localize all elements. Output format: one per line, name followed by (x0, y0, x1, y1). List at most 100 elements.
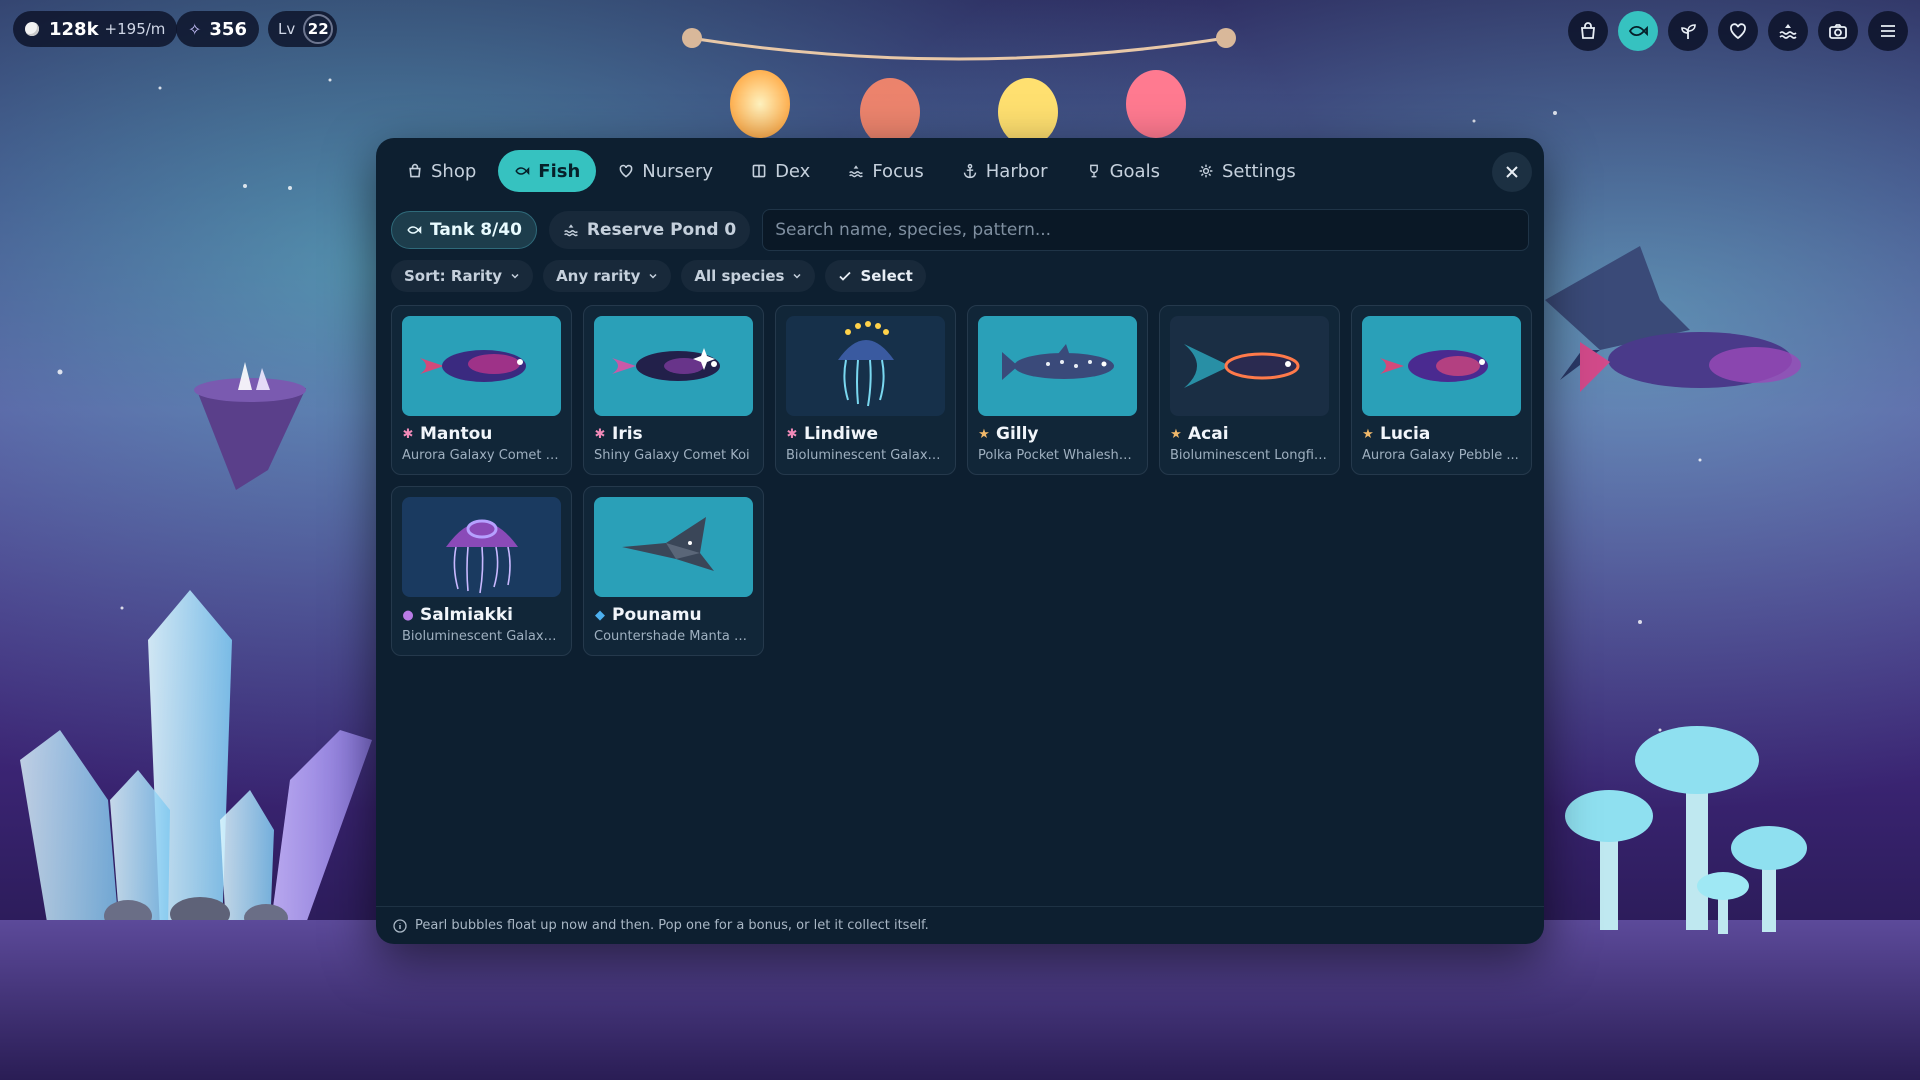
fish-thumbnail (594, 497, 753, 597)
rarity-icon: ★ (978, 426, 990, 442)
tank-toggle[interactable]: Tank 8/40 (391, 211, 537, 249)
species-label: All species (694, 267, 785, 285)
tab-label: Dex (775, 160, 811, 182)
rarity-icon: ✱ (786, 426, 798, 442)
rarity-icon: ◆ (595, 607, 605, 623)
shopping-bag-icon (409, 163, 421, 178)
fish-thumbnail (402, 497, 561, 597)
sort-label: Sort: Rarity (404, 267, 503, 285)
tank-label: Tank 8/40 (430, 220, 522, 240)
book-icon (752, 164, 766, 178)
reserve-label: Reserve Pond 0 (586, 220, 737, 240)
fish-icon (515, 167, 530, 175)
trophy-icon (1089, 164, 1098, 178)
level-badge: 22 (303, 14, 334, 44)
favorites-rail-button[interactable] (1718, 11, 1758, 51)
pebble-fish-image (1362, 316, 1521, 416)
sparkle-icon: ✧ (188, 19, 202, 39)
tab-settings[interactable]: Settings (1182, 150, 1312, 192)
rarity-icon: ✱ (402, 426, 414, 442)
tab-shop[interactable]: Shop (391, 150, 492, 192)
tab-nursery[interactable]: Nursery (602, 150, 729, 192)
fish-species: Aurora Galaxy Pebble ... (1362, 448, 1519, 463)
fish-name: Mantou (420, 424, 493, 444)
tab-label: Goals (1109, 160, 1160, 182)
tab-focus[interactable]: Focus (832, 150, 939, 192)
fish-icon (1628, 25, 1648, 37)
fish-name-row: ✱ Iris (594, 424, 753, 444)
chevron-down-icon (649, 273, 657, 279)
fish-thumbnail (594, 316, 753, 416)
fish-card[interactable]: ★ Acai Bioluminescent Longfin... (1159, 305, 1340, 475)
fish-species: Aurora Galaxy Comet K... (402, 448, 561, 463)
manta-ray-image (594, 497, 753, 597)
tab-label: Shop (431, 160, 477, 182)
fish-grid: ✱ Mantou Aurora Galaxy Comet K... ✱ Iris (391, 305, 1532, 656)
chevron-down-icon (511, 273, 519, 279)
rarity-icon: ★ (1362, 426, 1374, 442)
photo-rail-button[interactable] (1818, 11, 1858, 51)
fish-card[interactable]: ✱ Mantou Aurora Galaxy Comet K... (391, 305, 572, 475)
level-indicator: Lv 22 (268, 11, 338, 47)
fish-card[interactable]: ◆ Pounamu Countershade Manta Ray (583, 486, 764, 656)
fish-card[interactable]: ★ Lucia Aurora Galaxy Pebble ... (1351, 305, 1532, 475)
fish-name: Pounamu (612, 605, 702, 625)
heart-icon (619, 164, 633, 178)
pond-toolbar: Tank 8/40 Reserve Pond 0 (391, 209, 1529, 251)
tab-harbor[interactable]: Harbor (946, 150, 1064, 192)
fish-rail-button[interactable] (1618, 11, 1658, 51)
longfin-image (1170, 316, 1329, 416)
rarity-label: Any rarity (556, 267, 641, 285)
top-icon-rail (1568, 11, 1908, 51)
chevron-down-icon (793, 273, 801, 279)
tab-goals[interactable]: Goals (1070, 150, 1176, 192)
pond-rail-button[interactable] (1768, 11, 1808, 51)
rarity-icon: ✱ (594, 426, 606, 442)
select-label: Select (860, 267, 913, 285)
tab-fish[interactable]: Fish (498, 150, 597, 192)
rarity-icon: ★ (1170, 426, 1182, 442)
anchor-icon (963, 163, 977, 179)
rarity-dropdown[interactable]: Any rarity (543, 260, 672, 292)
sort-dropdown[interactable]: Sort: Rarity (391, 260, 534, 292)
species-dropdown[interactable]: All species (681, 260, 816, 292)
select-button[interactable]: Select (825, 260, 926, 292)
fish-name: Acai (1188, 424, 1229, 444)
fish-name: Lucia (1380, 424, 1431, 444)
fish-name-row: ◆ Pounamu (594, 605, 753, 625)
jellyfish-image (786, 316, 945, 416)
coin-rate: +195/m (104, 20, 166, 38)
tab-label: Nursery (642, 160, 714, 182)
tab-dex[interactable]: Dex (735, 150, 826, 192)
info-icon (393, 918, 407, 933)
fish-species: Bioluminescent Galaxy ... (786, 448, 945, 463)
menu-rail-button[interactable] (1868, 11, 1908, 51)
filter-bar: Sort: Rarity Any rarity All species Sele… (391, 260, 926, 292)
fish-name-row: ✱ Lindiwe (786, 424, 945, 444)
fish-card[interactable]: ✱ Lindiwe Bioluminescent Galaxy ... (775, 305, 956, 475)
fish-card[interactable]: ● Salmiakki Bioluminescent Galaxy ... (391, 486, 572, 656)
fish-name: Gilly (996, 424, 1039, 444)
nursery-rail-button[interactable] (1668, 11, 1708, 51)
heart-icon (1730, 23, 1746, 40)
search-input[interactable] (762, 209, 1529, 251)
fish-card[interactable]: ✱ Iris Shiny Galaxy Comet Koi (583, 305, 764, 475)
sprout-icon (1681, 24, 1696, 39)
rarity-icon: ● (402, 607, 414, 623)
tab-label: Fish (538, 160, 581, 182)
fish-name-row: ● Salmiakki (402, 605, 561, 625)
gear-icon (1199, 164, 1213, 178)
close-icon (1506, 166, 1518, 178)
stardust-value: 356 (209, 18, 247, 40)
fish-thumbnail (1362, 316, 1521, 416)
modal-tabs: Shop Fish Nursery Dex Focus Harbor Goals (391, 150, 1312, 192)
shop-rail-button[interactable] (1568, 11, 1608, 51)
close-button[interactable] (1492, 152, 1532, 192)
fish-name-row: ✱ Mantou (402, 424, 561, 444)
fish-card[interactable]: ★ Gilly Polka Pocket Whalesha... (967, 305, 1148, 475)
reserve-pond-toggle[interactable]: Reserve Pond 0 (548, 211, 751, 249)
fish-name: Salmiakki (420, 605, 513, 625)
tab-label: Focus (872, 160, 924, 182)
level-label: Lv (278, 20, 296, 38)
fish-name-row: ★ Lucia (1362, 424, 1521, 444)
